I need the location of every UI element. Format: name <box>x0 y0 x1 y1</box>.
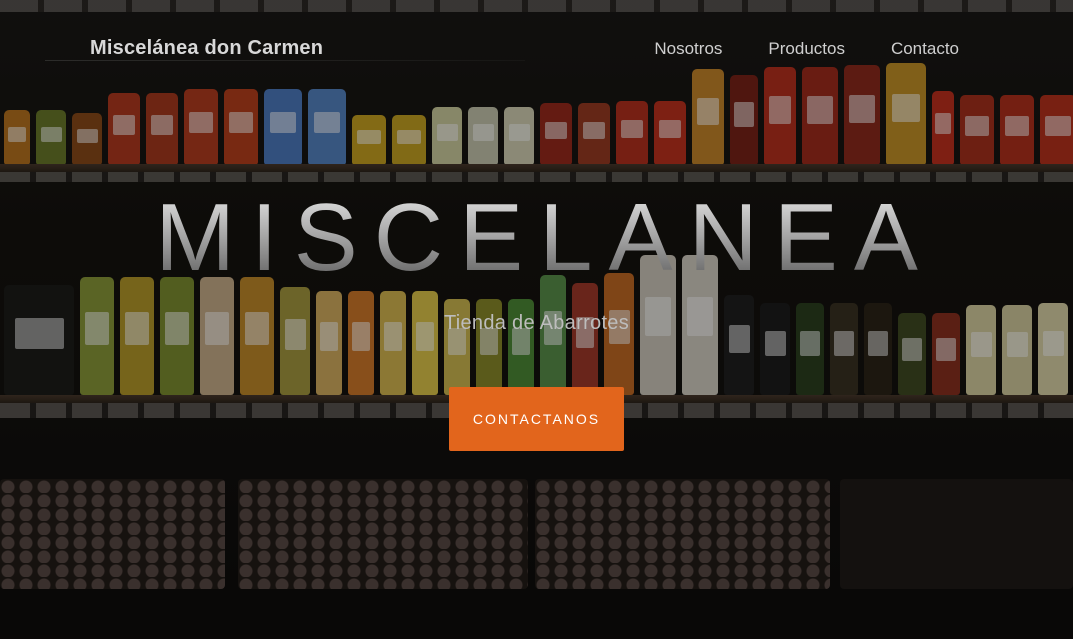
hero-subtitle: Tienda de Abarrotes <box>443 312 630 334</box>
contact-button[interactable]: CONTACTANOS <box>449 387 624 451</box>
hero-title: MISCELANEA <box>0 190 1073 286</box>
nav-divider <box>45 60 525 61</box>
brand-logo[interactable]: Miscelánea don Carmen <box>90 37 323 60</box>
nav-link-contacto[interactable]: Contacto <box>891 39 959 59</box>
nav-link-productos[interactable]: Productos <box>768 39 845 59</box>
main-nav: Nosotros Productos Contacto <box>654 39 959 59</box>
nav-link-nosotros[interactable]: Nosotros <box>654 39 722 59</box>
